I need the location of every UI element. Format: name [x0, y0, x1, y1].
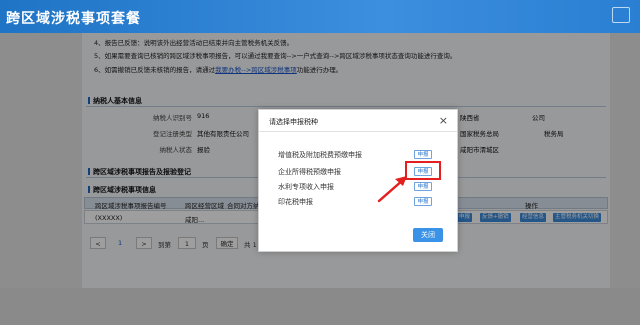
- option-water-label: 水利专项收入申报: [278, 183, 334, 191]
- field-label-taxid: 纳税人识别号: [153, 114, 192, 122]
- dialog-header: 请选择申报税种 ×: [259, 110, 457, 132]
- field-value-status: 报验: [197, 146, 210, 154]
- right-value-authority: 国家税务总局: [460, 130, 499, 138]
- taxpayer-section-title: 纳税人基本信息: [88, 96, 142, 106]
- current-page[interactable]: 1: [118, 239, 122, 247]
- right-value-province: 陕西省: [460, 114, 480, 122]
- cross-subsection-title: 跨区域涉税事项信息: [88, 185, 156, 195]
- row-switch-authority-button[interactable]: 主管税务机关切换: [553, 213, 602, 222]
- declare-stamp-button[interactable]: 申报: [414, 197, 432, 206]
- close-dialog-button[interactable]: 关闭: [413, 228, 443, 242]
- note-line-5: 5、如果需要查询已核销的跨区域涉税事项报告，可以通过我要查询-->一户式查询--…: [94, 52, 457, 60]
- note-6-prefix: 6、如需撤销已反馈未核销的报告，请通过: [94, 66, 216, 74]
- window-titlebar: 跨区域涉税事项套餐: [0, 0, 640, 33]
- right-value-district: 咸阳市渭城区: [460, 146, 499, 154]
- row-declare-button[interactable]: 申报: [457, 213, 473, 222]
- total-count: 共 1: [244, 241, 257, 249]
- side-background-left: [0, 33, 82, 325]
- right-value-bureau: 税务局: [544, 130, 564, 138]
- goto-label: 到第: [158, 241, 171, 249]
- note-line-4: 4、报告已反馈：说明该外出经营活动已结束并向主管税务机关反馈。: [94, 39, 294, 47]
- column-header: 跨区域涉税事项报告编号: [95, 202, 167, 210]
- right-value-company: 公司: [532, 114, 545, 122]
- note-line-6: 6、如需撤销已反馈未核销的报告，请通过我要办税-->跨区域涉税事项功能进行办理。: [94, 64, 342, 74]
- row-feedback-button[interactable]: 反馈+撤销: [480, 213, 511, 222]
- footer-background: [0, 288, 640, 325]
- page-input[interactable]: 1: [178, 237, 196, 249]
- note-6-link[interactable]: 我要办税-->跨区域涉税事项: [215, 66, 297, 74]
- window-title: 跨区域涉税事项套餐: [6, 11, 141, 27]
- declare-vat-button[interactable]: 申报: [414, 150, 432, 159]
- note-6-suffix: 功能进行办理。: [296, 66, 343, 74]
- goto-confirm-button[interactable]: 确定: [216, 237, 238, 249]
- next-page-button[interactable]: >: [136, 237, 152, 249]
- arrow-icon: [377, 176, 407, 203]
- table-cell: 咸阳...: [185, 216, 205, 224]
- declare-water-button[interactable]: 申报: [414, 182, 432, 191]
- option-stamp-label: 印花税申报: [278, 198, 313, 206]
- side-background-right: [610, 33, 640, 325]
- option-cit-label: 企业所得税预缴申报: [278, 168, 341, 176]
- cross-section-title: 跨区域涉税事项报告及报验登记: [88, 167, 191, 177]
- field-label-status: 纳税人状态: [159, 146, 193, 154]
- column-header: 跨区经营区域: [185, 202, 224, 210]
- field-value-taxid: 916: [197, 112, 210, 120]
- column-header: 操作: [525, 202, 538, 210]
- prev-page-button[interactable]: <: [90, 237, 106, 249]
- table-cell: (XXXXX): [95, 214, 123, 222]
- field-value-regtype: 其他有限责任公司: [197, 130, 249, 138]
- option-vat-label: 增值税及附加税费预缴申报: [278, 151, 362, 159]
- window-control-icon[interactable]: [612, 7, 630, 23]
- field-label-regtype: 登记注册类型: [153, 130, 192, 138]
- dialog-title: 请选择申报税种: [269, 118, 318, 126]
- column-header: 合同对方纳: [227, 202, 260, 210]
- close-icon[interactable]: ×: [439, 114, 448, 127]
- page-suffix: 页: [202, 241, 209, 249]
- row-info-button[interactable]: 经营信息: [520, 213, 547, 222]
- divider: [86, 106, 606, 107]
